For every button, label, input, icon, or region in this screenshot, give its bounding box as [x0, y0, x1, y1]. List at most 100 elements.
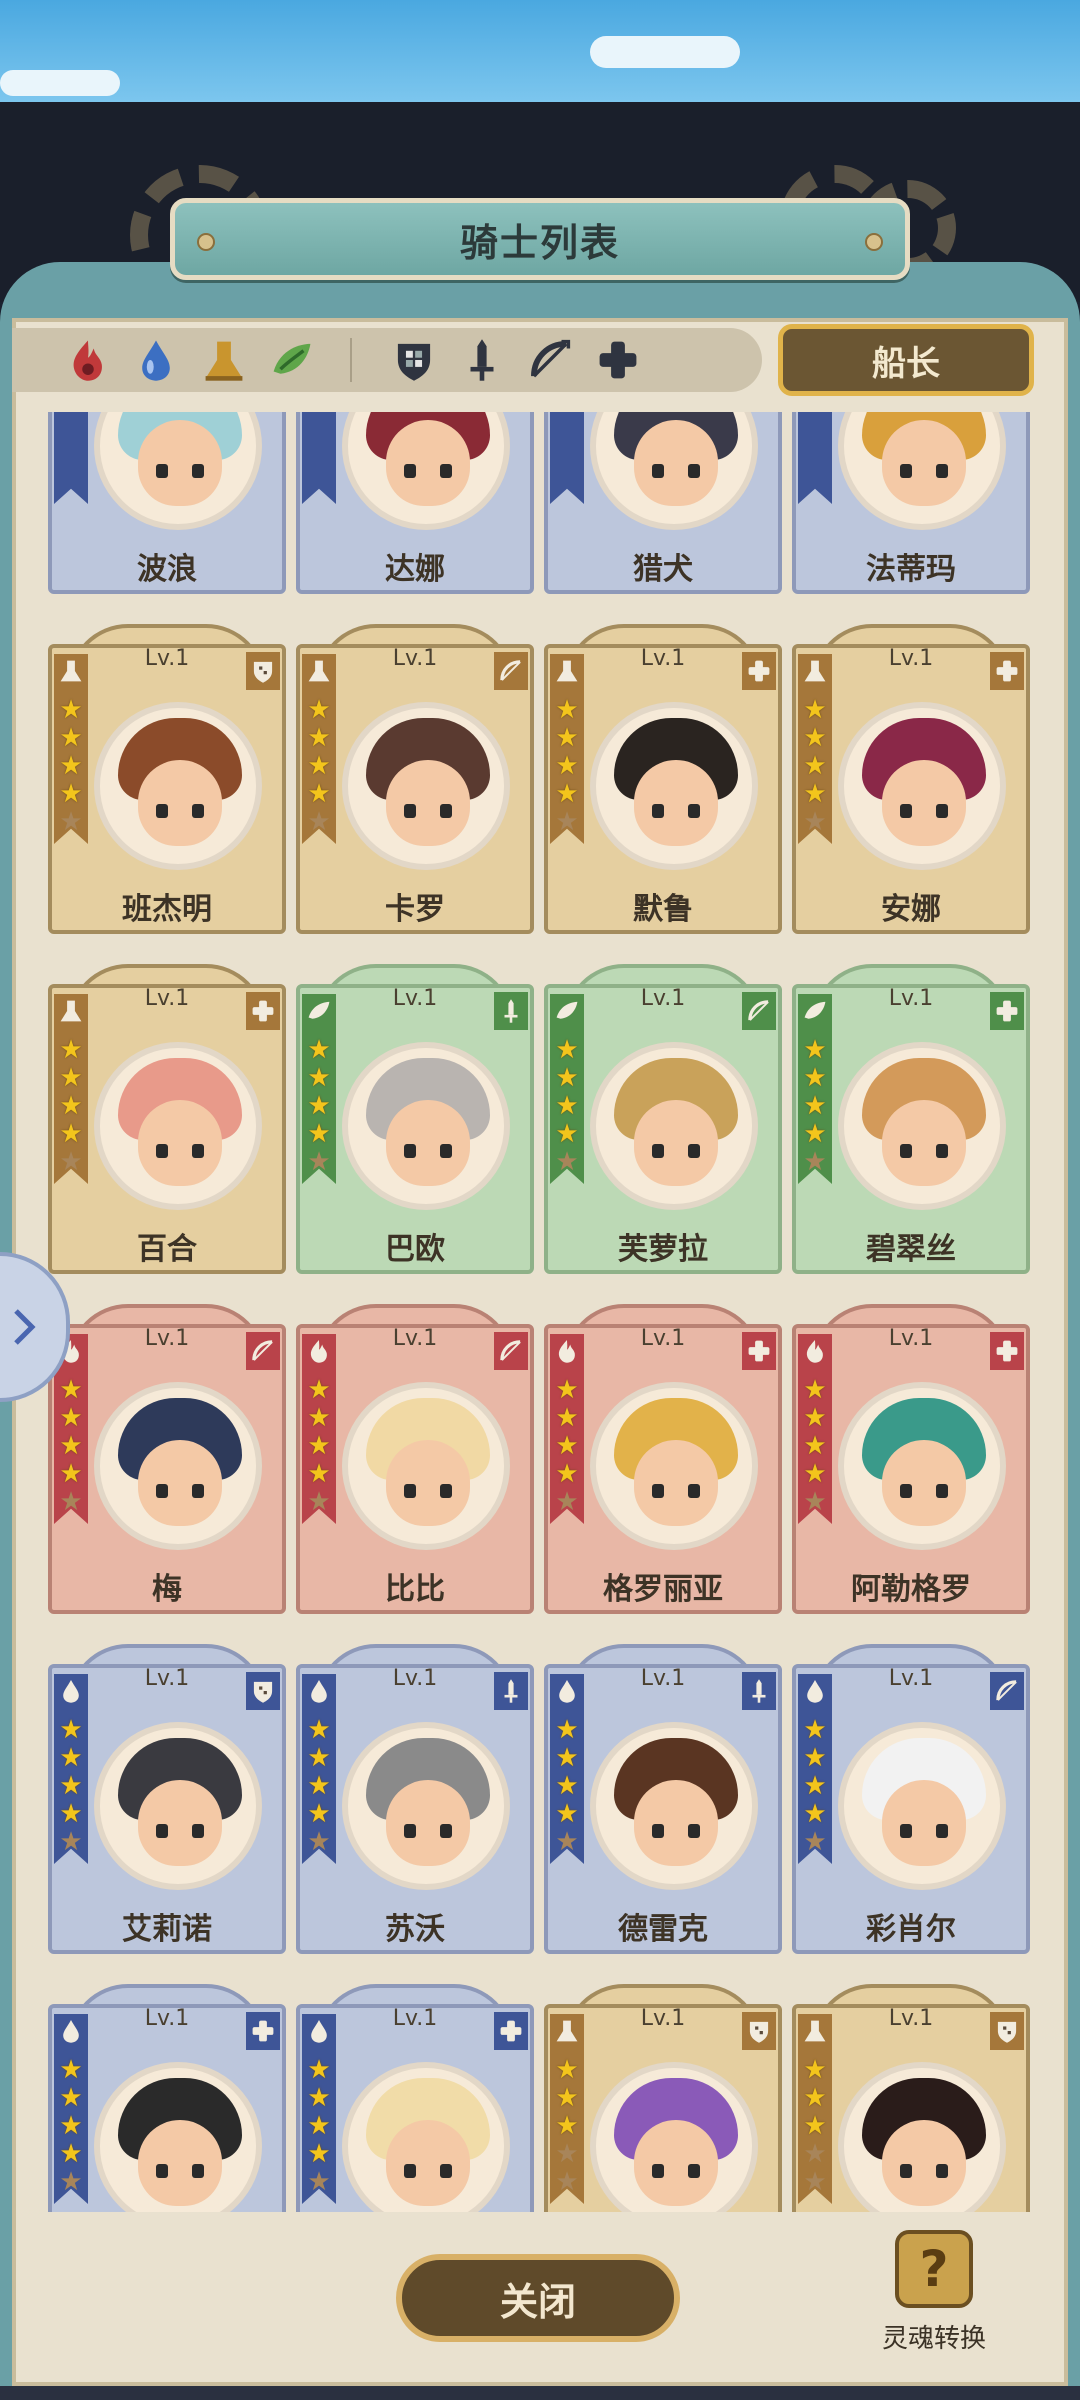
star-icon: ★	[555, 779, 579, 809]
page-title: 骑士列表	[459, 220, 620, 265]
healer-class-icon	[246, 992, 280, 1030]
knight-card[interactable]: Lv.1 ★ ★ ★ ★ ★ 德雷克	[544, 1644, 782, 1954]
captain-button[interactable]: 船长	[778, 324, 1034, 396]
star-icon: ★	[555, 1403, 579, 1433]
soul-convert-button[interactable]: ? 灵魂转换	[868, 2230, 1000, 2370]
knight-card[interactable]: Lv.1 ★ ★ ★ ★ ★ 百合	[48, 964, 286, 1274]
star-icon: ★	[59, 723, 83, 753]
star-icon: ★	[555, 1063, 579, 1093]
knight-card[interactable]: Lv.1 ★ ★ ★ ★ ★ 梅	[48, 1304, 286, 1614]
knight-portrait	[590, 1042, 758, 1210]
star-icon: ★	[803, 1035, 827, 1065]
fire-element-icon[interactable]	[60, 332, 116, 388]
star-icon: ★	[59, 1771, 83, 1801]
knight-card[interactable]: 达娜	[296, 412, 534, 594]
portrait-eyes	[152, 804, 208, 818]
portrait-eyes	[400, 1824, 456, 1838]
portrait-eyes	[400, 804, 456, 818]
empty-star-icon: ★	[59, 1487, 83, 1517]
earth-element-icon	[802, 2018, 828, 2046]
knight-card[interactable]: 猎犬	[544, 412, 782, 594]
knight-card[interactable]: Lv.1 ★ ★ ★ ★ ★ 班杰明	[48, 624, 286, 934]
knight-card[interactable]: Lv.1★★★★★莫里斯	[48, 1984, 286, 2212]
knight-card[interactable]: Lv.1 ★ ★ ★ ★ ★ 碧翠丝	[792, 964, 1030, 1274]
portrait-face	[634, 1780, 718, 1866]
bow-class-icon	[494, 1332, 528, 1370]
star-icon: ★	[803, 1375, 827, 1405]
star-icon: ★	[555, 1743, 579, 1773]
star-icon: ★	[59, 1375, 83, 1405]
knight-card[interactable]: Lv.1★★★★★科拉汉得	[544, 1984, 782, 2212]
close-button[interactable]: 关闭	[396, 2254, 680, 2342]
knight-portrait	[342, 702, 510, 870]
knight-card[interactable]: Lv.1 ★ ★ ★ ★ ★ 格罗丽亚	[544, 1304, 782, 1614]
knight-card[interactable]: Lv.1 ★ ★ ★ ★ ★ 巴欧	[296, 964, 534, 1274]
star-rating: ★ ★ ★ ★ ★	[57, 1036, 85, 1176]
earth-element-icon[interactable]	[196, 332, 252, 388]
star-rating: ★ ★ ★ ★ ★	[801, 1036, 829, 1176]
star-icon: ★	[555, 1431, 579, 1461]
star-rating: ★ ★ ★ ★ ★	[801, 2056, 829, 2196]
star-icon: ★	[555, 2083, 579, 2113]
knight-name: 安娜	[881, 892, 941, 927]
empty-star-icon: ★	[803, 807, 827, 837]
star-icon: ★	[59, 779, 83, 809]
knight-name: 艾莉诺	[122, 1912, 212, 1947]
bow-class-icon[interactable]	[522, 332, 578, 388]
star-rating: ★ ★ ★ ★ ★	[553, 1036, 581, 1176]
star-icon: ★	[59, 2055, 83, 2085]
star-icon: ★	[59, 1035, 83, 1065]
knight-card[interactable]: Lv.1 ★ ★ ★ ★ ★ 芙萝拉	[544, 964, 782, 1274]
knight-card[interactable]: 法蒂玛	[792, 412, 1030, 594]
knight-card[interactable]: Lv.1 ★ ★ ★ ★ ★ 苏沃	[296, 1644, 534, 1954]
knight-name: 梅	[152, 1572, 182, 1607]
star-icon: ★	[803, 751, 827, 781]
portrait-eyes	[648, 464, 704, 478]
star-rating: ★ ★ ★ ★ ★	[305, 1376, 333, 1516]
portrait-face	[386, 420, 470, 506]
portrait-eyes	[152, 1484, 208, 1498]
knight-name: 彩肖尔	[866, 1912, 956, 1947]
knight-card[interactable]: Lv.1 ★ ★ ★ ★ ★ 艾莉诺	[48, 1644, 286, 1954]
empty-star-icon: ★	[307, 2167, 331, 2197]
knight-card[interactable]: Lv.1 ★ ★ ★ ★ ★ 安娜	[792, 624, 1030, 934]
portrait-face	[882, 2120, 966, 2206]
star-icon: ★	[307, 1119, 331, 1149]
knight-portrait	[590, 702, 758, 870]
knight-name: 阿勒格罗	[851, 1572, 971, 1607]
water-element-icon[interactable]	[128, 332, 184, 388]
star-icon: ★	[307, 1403, 331, 1433]
star-icon: ★	[59, 1063, 83, 1093]
star-icon: ★	[555, 1715, 579, 1745]
star-icon: ★	[555, 723, 579, 753]
star-icon: ★	[59, 2111, 83, 2141]
knight-grid-viewport[interactable]: 波浪 达娜 猎犬 法蒂玛 Lv.1 ★ ★ ★ ★ ★ 班杰明 Lv.1 ★ ★ ★ ★ ★ 卡罗 Lv.1 ★ ★ ★ ★…	[12, 412, 1068, 2212]
portrait-eyes	[896, 2164, 952, 2178]
shield-class-icon[interactable]	[386, 332, 442, 388]
star-icon: ★	[803, 1799, 827, 1829]
knight-card[interactable]: Lv.1 ★ ★ ★ ★ ★ 比比	[296, 1304, 534, 1614]
star-icon: ★	[307, 1771, 331, 1801]
knight-card[interactable]: 波浪	[48, 412, 286, 594]
portrait-eyes	[648, 1824, 704, 1838]
wind-element-icon	[306, 998, 332, 1026]
star-icon: ★	[59, 2139, 83, 2169]
sword-class-icon[interactable]	[454, 332, 510, 388]
sword-class-icon	[494, 992, 528, 1030]
knight-card[interactable]: Lv.1 ★ ★ ★ ★ ★ 卡罗	[296, 624, 534, 934]
empty-star-icon: ★	[555, 1147, 579, 1177]
wind-element-icon[interactable]	[264, 332, 320, 388]
portrait-face	[882, 1780, 966, 1866]
star-icon: ★	[307, 2139, 331, 2169]
portrait-eyes	[152, 464, 208, 478]
knight-portrait	[838, 702, 1006, 870]
knight-card[interactable]: Lv.1 ★ ★ ★ ★ ★ 彩肖尔	[792, 1644, 1030, 1954]
knight-card[interactable]: Lv.1★★★★★杰克	[792, 1984, 1030, 2212]
knight-card[interactable]: Lv.1 ★ ★ ★ ★ ★ 阿勒格罗	[792, 1304, 1030, 1614]
knight-card[interactable]: Lv.1 ★ ★ ★ ★ ★ 默鲁	[544, 624, 782, 934]
star-icon: ★	[307, 779, 331, 809]
sword-class-icon	[494, 1672, 528, 1710]
fire-element-icon	[802, 1338, 828, 1366]
knight-card[interactable]: Lv.1★★★★★苏菲	[296, 1984, 534, 2212]
healer-cross-class-icon[interactable]	[590, 332, 646, 388]
